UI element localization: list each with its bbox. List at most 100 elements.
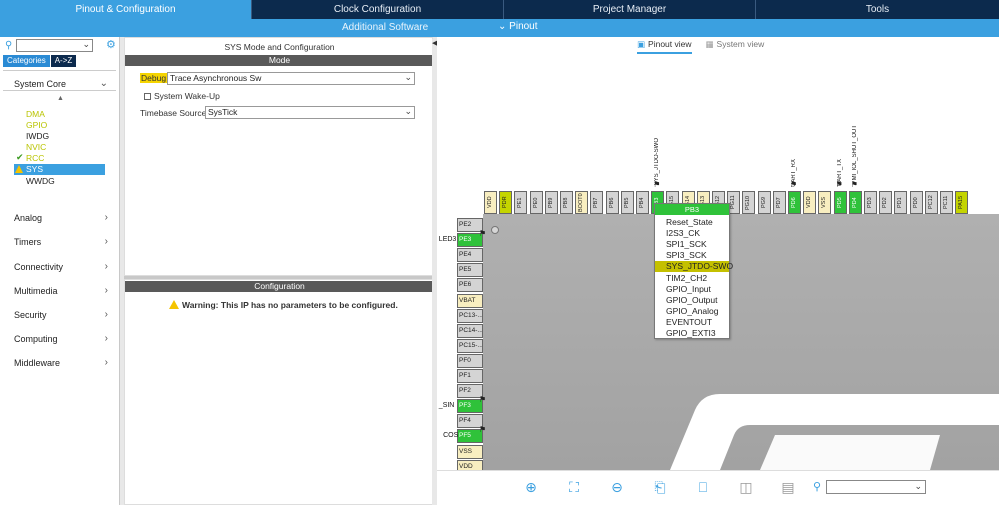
additional-software-menu[interactable]: Additional Software — [342, 22, 428, 33]
pin-pg10[interactable]: PG10 — [742, 191, 756, 214]
pin-pb8[interactable]: PB8 — [560, 191, 573, 214]
pin-pc11[interactable]: PC11 — [940, 191, 953, 214]
pin-pb5[interactable]: PB5 — [620, 191, 634, 214]
categories-sidebar: ⚲ ⌄ ⚙ Categories A->Z System Core ⌄ ▲ DM… — [0, 37, 120, 505]
split-vertical-icon[interactable]: ◫ — [738, 479, 754, 495]
pin-pc12[interactable]: PC12 — [924, 191, 938, 214]
popup-item-i2s3-ck[interactable]: I2S3_CK — [655, 228, 729, 239]
pin-vdd[interactable]: VDD — [803, 191, 817, 214]
category-label: Middleware — [14, 358, 61, 368]
pin-pe0[interactable]: PE0 — [529, 191, 543, 214]
pin-pf1[interactable]: PF1 — [457, 369, 483, 383]
pinout-menu[interactable]: ⌄ Pinout — [498, 21, 538, 32]
tab-pinout-view[interactable]: ▣ Pinout view — [637, 39, 692, 54]
tab-clock-configuration[interactable]: Clock Configuration — [252, 0, 504, 19]
category-multimedia[interactable]: Multimedia › — [14, 285, 108, 296]
pin-pg9[interactable]: PG9 — [757, 191, 771, 214]
popup-item-reset-state[interactable]: Reset_State — [655, 217, 729, 228]
tab-project-manager[interactable]: Project Manager — [504, 0, 756, 19]
pin-vss[interactable]: VSS — [457, 444, 483, 459]
category-analog[interactable]: Analog › — [14, 212, 108, 223]
tab-system-view[interactable]: ▦ System view — [706, 39, 765, 54]
pin-pe4[interactable]: PE4 — [457, 248, 483, 263]
tab-pinout-configuration[interactable]: Pinout & Configuration — [0, 0, 252, 19]
pin-pb7[interactable]: PB7 — [590, 191, 604, 214]
tab-a-to-z[interactable]: A->Z — [50, 55, 77, 67]
pin-pc13[interactable]: PC13-... — [457, 308, 483, 323]
pin-pe5[interactable]: PE5 — [457, 263, 483, 278]
sidebar-item-gpio[interactable]: GPIO — [26, 120, 47, 130]
sort-up-icon[interactable]: ▲ — [57, 95, 64, 102]
timebase-select[interactable]: SysTick ⌄ — [205, 106, 415, 119]
popup-item-gpio-exti3[interactable]: GPIO_EXTI3 — [655, 328, 729, 339]
top-tab-bar: Pinout & Configuration Clock Configurati… — [0, 0, 999, 19]
popup-item-eventout[interactable]: EVENTOUT — [655, 317, 729, 328]
category-connectivity[interactable]: Connectivity › — [14, 261, 108, 272]
system-wakeup-checkbox[interactable]: System Wake-Up — [144, 91, 220, 101]
pin-pe1[interactable]: PE1 — [514, 191, 528, 214]
divider — [3, 90, 116, 91]
pin-pc14[interactable]: PC14-... — [457, 323, 483, 338]
rotate-icon[interactable]: ⎗ — [652, 479, 668, 495]
tab-tools[interactable]: Tools — [756, 0, 999, 19]
sidebar-item-rcc[interactable]: RCC — [26, 153, 44, 163]
pin-pd0[interactable]: PD0 — [909, 191, 923, 214]
sidebar-item-wwdg[interactable]: WWDG — [26, 176, 55, 186]
search-combo[interactable]: ⌄ — [16, 39, 93, 52]
debug-select[interactable]: Trace Asynchronous Sw ⌄ — [167, 72, 415, 85]
sidebar-item-sys[interactable]: SYS — [14, 164, 105, 175]
pin-vdd[interactable]: VDD — [484, 191, 497, 214]
pin-pdr[interactable]: PDR — [499, 191, 513, 214]
popup-item-gpio-input[interactable]: GPIO_Input — [655, 284, 729, 295]
split-horizontal-icon[interactable]: ▤ — [780, 479, 796, 495]
category-system-core[interactable]: System Core ⌄ — [14, 78, 108, 89]
configuration-section: Configuration Warning: This IP has no pa… — [124, 279, 434, 505]
popup-item-spi3-sck[interactable]: SPI3_SCK — [655, 250, 729, 261]
category-label: Security — [14, 310, 47, 320]
pin-pd2[interactable]: PD2 — [879, 191, 893, 214]
pin-pb4[interactable]: PB4 — [636, 191, 649, 214]
sidebar-item-iwdg[interactable]: IWDG — [26, 131, 49, 141]
mode-section: SYS Mode and Configuration Mode Debug Tr… — [124, 37, 434, 276]
flip-icon[interactable]: ⎕ — [695, 479, 711, 495]
pin-pd5[interactable]: PD5 — [833, 191, 847, 214]
pin-signal-label: MI_IOL_SHUT_OUT — [851, 125, 858, 181]
popup-item-sys-jtdo-swo[interactable]: SYS_JTDO-SWO — [655, 261, 733, 273]
fit-screen-icon[interactable]: ⛶ — [566, 479, 582, 495]
pin-pb9[interactable]: PB9 — [544, 191, 558, 214]
panel-title: SYS Mode and Configuration — [224, 42, 335, 52]
sidebar-item-nvic[interactable]: NVIC — [26, 142, 46, 152]
category-timers[interactable]: Timers › — [14, 236, 108, 247]
chevron-down-icon: ⌄ — [99, 78, 108, 89]
pin-pa15[interactable]: PA15 — [955, 191, 969, 214]
pin-boot0[interactable]: BOOT0 — [575, 191, 589, 214]
timebase-label: Timebase Source — [140, 108, 207, 118]
pin-pd3[interactable]: PD3 — [864, 191, 877, 214]
pin-pc15[interactable]: PC15-... — [457, 338, 483, 353]
gear-icon[interactable]: ⚙ — [106, 38, 116, 51]
pushpin-icon: ⚑ — [479, 229, 487, 239]
pin-pd1[interactable]: PD1 — [894, 191, 908, 214]
zoom-in-icon[interactable]: ⊕ — [523, 479, 539, 495]
view-tabs: ▣ Pinout view ▦ System view — [637, 39, 764, 54]
pin-pd6[interactable]: PD6 — [788, 191, 801, 214]
tab-categories[interactable]: Categories — [3, 55, 50, 67]
sidebar-item-dma[interactable]: DMA — [26, 109, 45, 119]
pin-pb6[interactable]: PB6 — [605, 191, 619, 214]
category-computing[interactable]: Computing › — [14, 333, 108, 344]
pin-pd4[interactable]: PD4 — [848, 191, 862, 214]
pin-vbat[interactable]: VBAT — [457, 293, 483, 308]
pin-vss[interactable]: VSS — [818, 191, 832, 214]
popup-item-gpio-output[interactable]: GPIO_Output — [655, 295, 729, 306]
category-security[interactable]: Security › — [14, 309, 108, 320]
popup-item-gpio-analog[interactable]: GPIO_Analog — [655, 306, 729, 317]
zoom-out-icon[interactable]: ⊖ — [609, 479, 625, 495]
category-middleware[interactable]: Middleware › — [14, 357, 108, 368]
pin-pe6[interactable]: PE6 — [457, 278, 483, 293]
pin-search-combo[interactable]: ⌄ — [826, 480, 926, 494]
popup-item-tim2-ch2[interactable]: TIM2_CH2 — [655, 273, 729, 284]
pin-pf0[interactable]: PF0 — [457, 353, 483, 368]
warning-icon — [169, 300, 179, 309]
pin-pd7[interactable]: PD7 — [772, 191, 786, 214]
popup-item-spi1-sck[interactable]: SPI1_SCK — [655, 239, 729, 250]
